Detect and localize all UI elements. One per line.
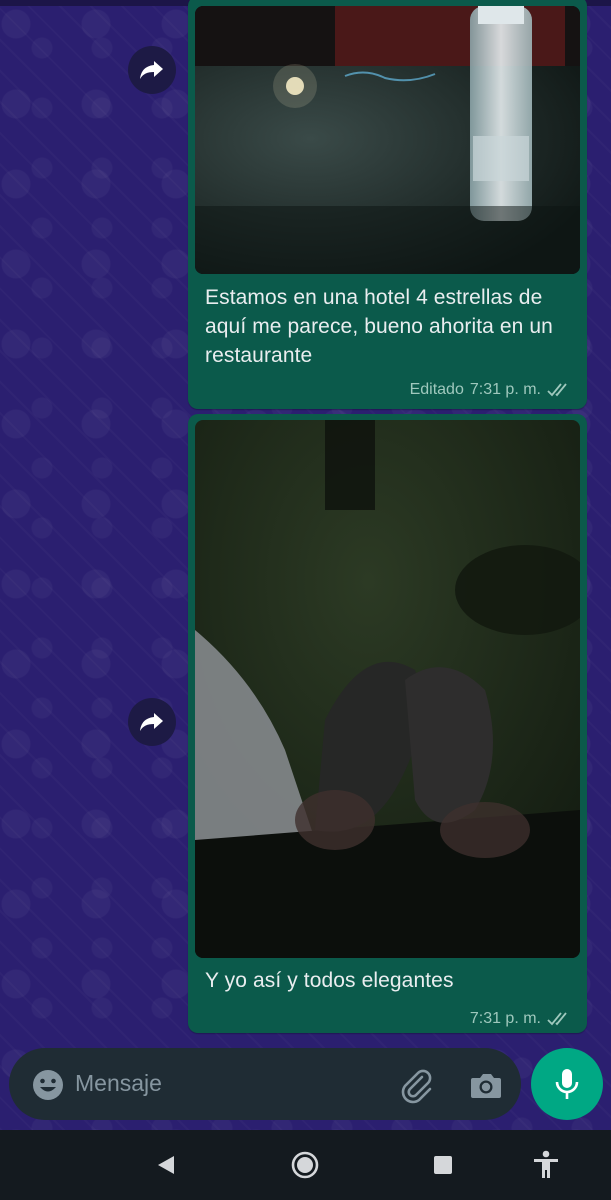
message-meta-1: Editado 7:31 p. m. — [410, 381, 571, 399]
photo-feet-grass — [195, 420, 580, 958]
message-bubble-2[interactable]: Y yo así y todos elegantes 7:31 p. m. — [188, 414, 587, 1033]
back-icon — [158, 1156, 174, 1174]
system-navigation-bar — [0, 1130, 611, 1200]
read-ticks-icon — [547, 1012, 567, 1026]
message-caption-2: Y yo así y todos elegantes — [205, 969, 454, 992]
accessibility-icon — [534, 1150, 558, 1178]
message-meta-2: 7:31 p. m. — [470, 1010, 571, 1028]
forward-icon — [140, 713, 163, 731]
message-time-1: 7:31 p. m. — [469, 381, 541, 398]
message-time-2: 7:31 p. m. — [469, 1010, 541, 1027]
message-caption-1: Estamos en una hotel 4 estrellas de aquí… — [205, 286, 553, 367]
back-button[interactable] — [148, 1147, 184, 1183]
edited-label: Editado — [409, 381, 464, 398]
camera-icon[interactable] — [467, 1066, 505, 1104]
accessibility-button[interactable] — [528, 1147, 564, 1183]
recents-icon — [434, 1156, 452, 1174]
message-photo-2[interactable] — [195, 420, 580, 958]
voice-message-button[interactable] — [531, 1048, 603, 1120]
emoji-icon[interactable] — [31, 1068, 65, 1102]
read-ticks-icon — [547, 383, 567, 397]
message-input[interactable]: Mensaje — [75, 1070, 162, 1097]
message-bubble-1[interactable]: Estamos en una hotel 4 estrellas de aquí… — [188, 0, 587, 409]
mic-icon — [555, 1069, 579, 1099]
home-icon — [291, 1151, 319, 1179]
forward-icon — [140, 61, 163, 79]
photo-table-bottle — [195, 6, 580, 274]
recents-button[interactable] — [425, 1147, 461, 1183]
message-composer[interactable]: Mensaje — [9, 1048, 521, 1120]
message-photo-1[interactable] — [195, 6, 580, 274]
forward-button-2[interactable] — [128, 698, 176, 746]
forward-button-1[interactable] — [128, 46, 176, 94]
home-button[interactable] — [287, 1147, 323, 1183]
attach-icon[interactable] — [397, 1066, 435, 1104]
